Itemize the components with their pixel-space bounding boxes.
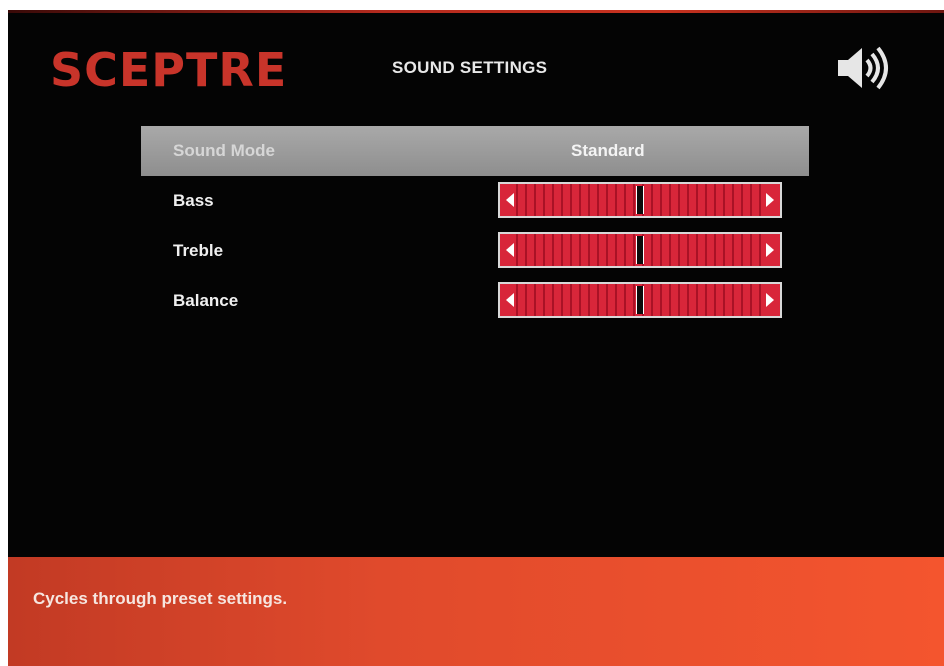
balance-slider[interactable] bbox=[498, 282, 782, 318]
help-text: Cycles through preset settings. bbox=[33, 589, 288, 608]
balance-slider-thumb[interactable] bbox=[636, 286, 644, 314]
top-accent-line bbox=[8, 10, 944, 13]
balance-right-arrow-icon[interactable] bbox=[766, 293, 774, 307]
bass-slider[interactable] bbox=[498, 182, 782, 218]
treble-right-arrow-icon[interactable] bbox=[766, 243, 774, 257]
sceptre-logo: SCEPTRE bbox=[50, 43, 287, 96]
sound-mode-value: Standard bbox=[571, 141, 645, 160]
treble-slider[interactable] bbox=[498, 232, 782, 268]
logo-text: SCEPTRE bbox=[50, 43, 287, 96]
treble-slider-thumb[interactable] bbox=[636, 236, 644, 264]
sound-mode-row[interactable]: Sound Mode Standard bbox=[141, 126, 809, 176]
sound-settings-menu: Sound Mode Standard Bass Treble Balance bbox=[141, 126, 809, 326]
treble-label: Treble bbox=[173, 241, 224, 260]
balance-left-arrow-icon[interactable] bbox=[506, 293, 514, 307]
bass-row[interactable]: Bass bbox=[141, 176, 809, 226]
tv-screen: SCEPTRE SOUND SETTINGS Sound Mode Standa… bbox=[8, 10, 944, 666]
treble-row[interactable]: Treble bbox=[141, 226, 809, 276]
bass-right-arrow-icon[interactable] bbox=[766, 193, 774, 207]
bass-label: Bass bbox=[173, 191, 214, 210]
balance-label: Balance bbox=[173, 291, 239, 310]
bass-left-arrow-icon[interactable] bbox=[506, 193, 514, 207]
bass-slider-thumb[interactable] bbox=[636, 186, 644, 214]
sound-mode-label: Sound Mode bbox=[173, 141, 275, 160]
help-footer: Cycles through preset settings. bbox=[8, 557, 944, 666]
speaker-volume-icon bbox=[838, 46, 888, 90]
page-title: SOUND SETTINGS bbox=[392, 58, 548, 77]
balance-row[interactable]: Balance bbox=[141, 276, 809, 326]
treble-left-arrow-icon[interactable] bbox=[506, 243, 514, 257]
